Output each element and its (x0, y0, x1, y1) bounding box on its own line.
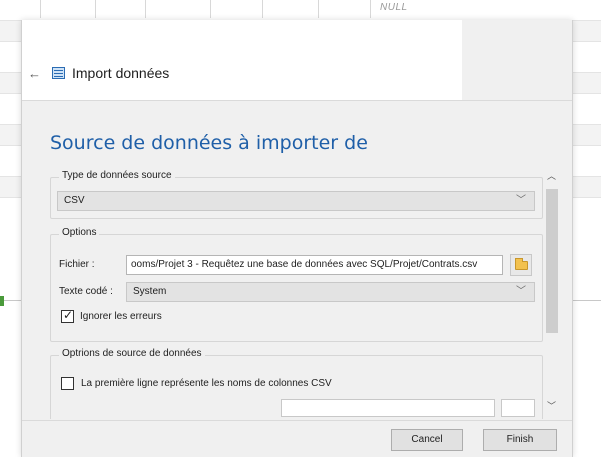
grid-column-line (262, 0, 263, 18)
chevron-down-icon: ﹀ (516, 195, 526, 206)
grid-column-line (40, 0, 41, 18)
first-line-headers-checkbox[interactable] (61, 377, 74, 390)
grid-divider (572, 300, 601, 301)
source-options-group: Optrions de source de données La premièr… (50, 348, 543, 419)
file-path-input[interactable]: ooms/Projet 3 - Requêtez une base de don… (126, 255, 503, 275)
scroll-down-icon[interactable]: ﹀ (547, 399, 556, 412)
source-options-legend: Optrions de source de données (59, 348, 205, 359)
import-dialog: ← Import données Source de données à imp… (21, 20, 573, 457)
dialog-title: Import données (72, 65, 170, 81)
grid-column-line (210, 0, 211, 18)
cancel-button[interactable]: Cancel (391, 429, 463, 451)
chevron-down-icon: ﹀ (516, 286, 526, 297)
encoding-label: Texte codé : (59, 286, 113, 297)
encoding-value: System (133, 286, 167, 297)
table-import-icon (52, 67, 65, 79)
options-legend: Options (59, 227, 100, 238)
delimiter-input[interactable] (281, 399, 495, 417)
row-marker-icon (0, 296, 4, 306)
vertical-scrollbar[interactable]: ︿ ﹀ (544, 167, 560, 419)
browse-file-button[interactable] (510, 254, 532, 276)
folder-icon (515, 258, 528, 270)
first-line-headers-label: La première ligne représente les noms de… (81, 378, 332, 389)
dialog-footer: Cancel Finish (22, 420, 572, 457)
source-type-select[interactable]: CSV ﹀ (57, 191, 535, 211)
file-path-value: ooms/Projet 3 - Requêtez une base de don… (131, 259, 478, 270)
scrollbar-thumb[interactable] (546, 189, 558, 333)
options-group: Options Fichier : ooms/Projet 3 - Requêt… (50, 227, 543, 342)
source-type-value: CSV (64, 195, 85, 206)
source-type-group: Type de données source CSV ﹀ (50, 170, 543, 219)
dialog-header-side (462, 20, 572, 100)
grid-column-line (145, 0, 146, 18)
ignore-errors-label: Ignorer les erreurs (80, 311, 162, 322)
back-arrow-icon[interactable]: ← (28, 66, 41, 81)
quote-input[interactable] (501, 399, 535, 417)
file-label: Fichier : (59, 259, 95, 270)
page-title: Source de données à importer de (50, 132, 368, 154)
encoding-select[interactable]: System ﹀ (126, 282, 535, 302)
ignore-errors-checkbox[interactable] (61, 308, 74, 323)
grid-column-line (318, 0, 319, 18)
dialog-header: ← Import données (22, 20, 462, 100)
source-type-legend: Type de données source (59, 170, 175, 181)
scroll-up-icon[interactable]: ︿ (547, 169, 556, 182)
options-scroll-area[interactable]: Type de données source CSV ﹀ Options Fic… (50, 167, 543, 419)
null-cell: NULL (380, 2, 408, 13)
finish-button[interactable]: Finish (483, 429, 557, 451)
grid-column-line (95, 0, 96, 18)
grid-column-line (370, 0, 371, 18)
dialog-content: Source de données à importer de Type de … (22, 100, 572, 420)
